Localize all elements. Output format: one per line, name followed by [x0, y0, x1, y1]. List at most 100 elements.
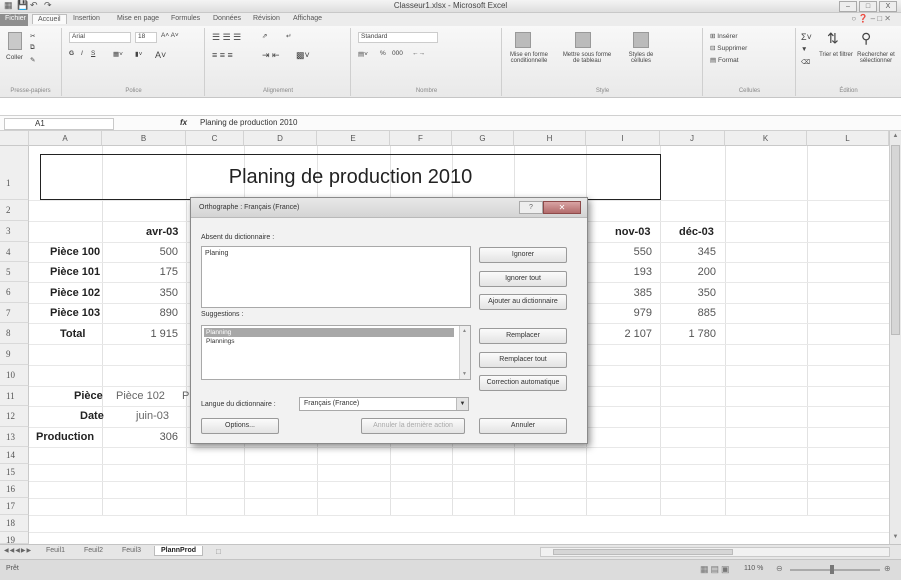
- column-header-a[interactable]: A: [29, 131, 102, 146]
- borders-icon[interactable]: ▦˅: [113, 50, 123, 58]
- conditional-format-icon[interactable]: [515, 32, 531, 48]
- sheet-tab[interactable]: Feuil2: [78, 546, 109, 555]
- lookup-date-label[interactable]: Date: [80, 410, 104, 422]
- options-button[interactable]: Options...: [201, 418, 279, 434]
- row-header-2[interactable]: 2: [0, 200, 29, 221]
- tab-formulas[interactable]: Formules: [166, 14, 205, 23]
- formula-input[interactable]: Planing de production 2010: [200, 118, 297, 127]
- fill-color-icon[interactable]: ▮˅: [135, 50, 142, 58]
- value-cell[interactable]: 345: [676, 246, 716, 258]
- cell-styles-icon[interactable]: [633, 32, 649, 48]
- indent-icon[interactable]: ⇥ ⇤: [262, 50, 280, 61]
- column-header-b[interactable]: B: [102, 131, 186, 146]
- cut-icon[interactable]: ✂: [30, 32, 35, 40]
- tab-home[interactable]: Accueil: [32, 14, 67, 24]
- select-all-corner[interactable]: [0, 131, 29, 146]
- maximize-button[interactable]: □: [859, 1, 877, 12]
- scroll-thumb[interactable]: [553, 549, 733, 555]
- row-header-9[interactable]: 9: [0, 344, 29, 365]
- header-cell-j3[interactable]: déc-03: [679, 226, 714, 238]
- sheet-title-cell[interactable]: Planing de production 2010: [40, 154, 661, 200]
- wrap-text-icon[interactable]: ↵: [286, 32, 291, 40]
- tab-data[interactable]: Données: [208, 14, 246, 23]
- lookup-production-value[interactable]: 306: [140, 431, 178, 443]
- ignore-button[interactable]: Ignorer: [479, 247, 567, 263]
- format-table-button[interactable]: Mettre sous forme de tableau: [561, 52, 613, 64]
- underline-button[interactable]: S: [91, 50, 95, 57]
- absent-word-field[interactable]: Planing: [201, 246, 471, 308]
- font-name-select[interactable]: Arial: [69, 32, 131, 43]
- tab-insert[interactable]: Insertion: [68, 14, 105, 23]
- column-header-c[interactable]: C: [186, 131, 244, 146]
- bold-button[interactable]: G: [69, 50, 74, 57]
- suggestion-item[interactable]: Plannings: [204, 338, 235, 345]
- autocorrect-button[interactable]: Correction automatique: [479, 375, 567, 391]
- header-cell-b3[interactable]: avr-03: [146, 226, 178, 238]
- sort-filter-icon[interactable]: ⇅: [827, 30, 839, 47]
- sheet-tab[interactable]: Feuil3: [116, 546, 147, 555]
- scroll-down-icon[interactable]: ▼: [891, 534, 900, 542]
- grow-font-icon[interactable]: A˄ A˅: [161, 32, 179, 39]
- lookup-piece-label[interactable]: Pièce: [74, 390, 103, 402]
- undo-last-button[interactable]: Annuler la dernière action: [361, 418, 465, 434]
- value-cell[interactable]: 979: [612, 307, 652, 319]
- percent-button[interactable]: %: [380, 50, 386, 57]
- dialog-help-button[interactable]: ?: [519, 201, 543, 214]
- ignore-all-button[interactable]: Ignorer tout: [479, 271, 567, 287]
- tab-navigation-icon[interactable]: ◀◀◀▶▶: [4, 547, 32, 554]
- lookup-production-label[interactable]: Production: [36, 431, 94, 443]
- column-header-f[interactable]: F: [390, 131, 452, 146]
- tab-page-layout[interactable]: Mise en page: [112, 14, 164, 23]
- row-header-12[interactable]: 12: [0, 406, 29, 427]
- row-header-13[interactable]: 13: [0, 427, 29, 447]
- font-color-icon[interactable]: A˅: [155, 50, 166, 60]
- add-to-dictionary-button[interactable]: Ajouter au dictionnaire: [479, 294, 567, 310]
- row-header-15[interactable]: 15: [0, 464, 29, 481]
- value-cell[interactable]: 500: [140, 246, 178, 258]
- fill-icon[interactable]: ▼: [801, 46, 807, 53]
- chevron-down-icon[interactable]: ▼: [456, 398, 468, 410]
- horizontal-scrollbar[interactable]: [540, 547, 890, 557]
- lookup-piece-extra[interactable]: P: [182, 390, 189, 402]
- row-header-5[interactable]: 5: [0, 262, 29, 282]
- row-header-1[interactable]: 1: [0, 146, 29, 200]
- column-header-k[interactable]: K: [725, 131, 807, 146]
- cell-styles-button[interactable]: Styles de cellules: [619, 52, 663, 64]
- copy-icon[interactable]: ⧉: [30, 44, 35, 52]
- value-cell[interactable]: 550: [612, 246, 652, 258]
- zoom-in-icon[interactable]: ⊕: [884, 564, 891, 573]
- find-select-button[interactable]: Rechercher et sélectionner: [853, 52, 899, 64]
- column-header-i[interactable]: I: [586, 131, 660, 146]
- tab-file[interactable]: Fichier: [0, 14, 28, 26]
- total-cell[interactable]: 1 915: [140, 328, 178, 340]
- zoom-slider[interactable]: [790, 569, 880, 571]
- tab-review[interactable]: Révision: [248, 14, 285, 23]
- orientation-icon[interactable]: ⇗: [262, 32, 267, 40]
- insert-sheet-icon[interactable]: □: [216, 547, 221, 556]
- row-header-11[interactable]: 11: [0, 386, 29, 406]
- column-header-j[interactable]: J: [660, 131, 725, 146]
- close-button[interactable]: X: [879, 1, 897, 12]
- column-header-g[interactable]: G: [452, 131, 514, 146]
- header-cell-i3[interactable]: nov-03: [615, 226, 650, 238]
- row-header-6[interactable]: 6: [0, 282, 29, 303]
- zoom-slider-handle[interactable]: [830, 565, 834, 574]
- value-cell[interactable]: 350: [676, 287, 716, 299]
- row-label-cell[interactable]: Pièce 100: [50, 246, 100, 258]
- paste-icon[interactable]: [8, 32, 22, 50]
- lookup-piece-value[interactable]: Pièce 102: [116, 390, 165, 402]
- merge-center-icon[interactable]: ▩˅: [296, 50, 310, 61]
- clear-icon[interactable]: ⌫: [801, 58, 810, 66]
- value-cell[interactable]: 350: [140, 287, 178, 299]
- row-label-cell[interactable]: Pièce 103: [50, 307, 100, 319]
- insert-button[interactable]: ⊞ Insérer: [710, 32, 738, 40]
- value-cell[interactable]: 885: [676, 307, 716, 319]
- delete-button[interactable]: ⊟ Supprimer: [710, 44, 747, 52]
- font-size-select[interactable]: 18: [135, 32, 157, 43]
- thousands-button[interactable]: 000: [392, 50, 403, 57]
- autosum-icon[interactable]: Σ˅: [801, 32, 812, 42]
- row-header-18[interactable]: 18: [0, 515, 29, 532]
- row-header-4[interactable]: 4: [0, 242, 29, 262]
- align-top-icon[interactable]: ☰ ☰ ☰: [212, 32, 241, 43]
- suggestions-list[interactable]: Planning Plannings ▲ ▼: [201, 325, 471, 380]
